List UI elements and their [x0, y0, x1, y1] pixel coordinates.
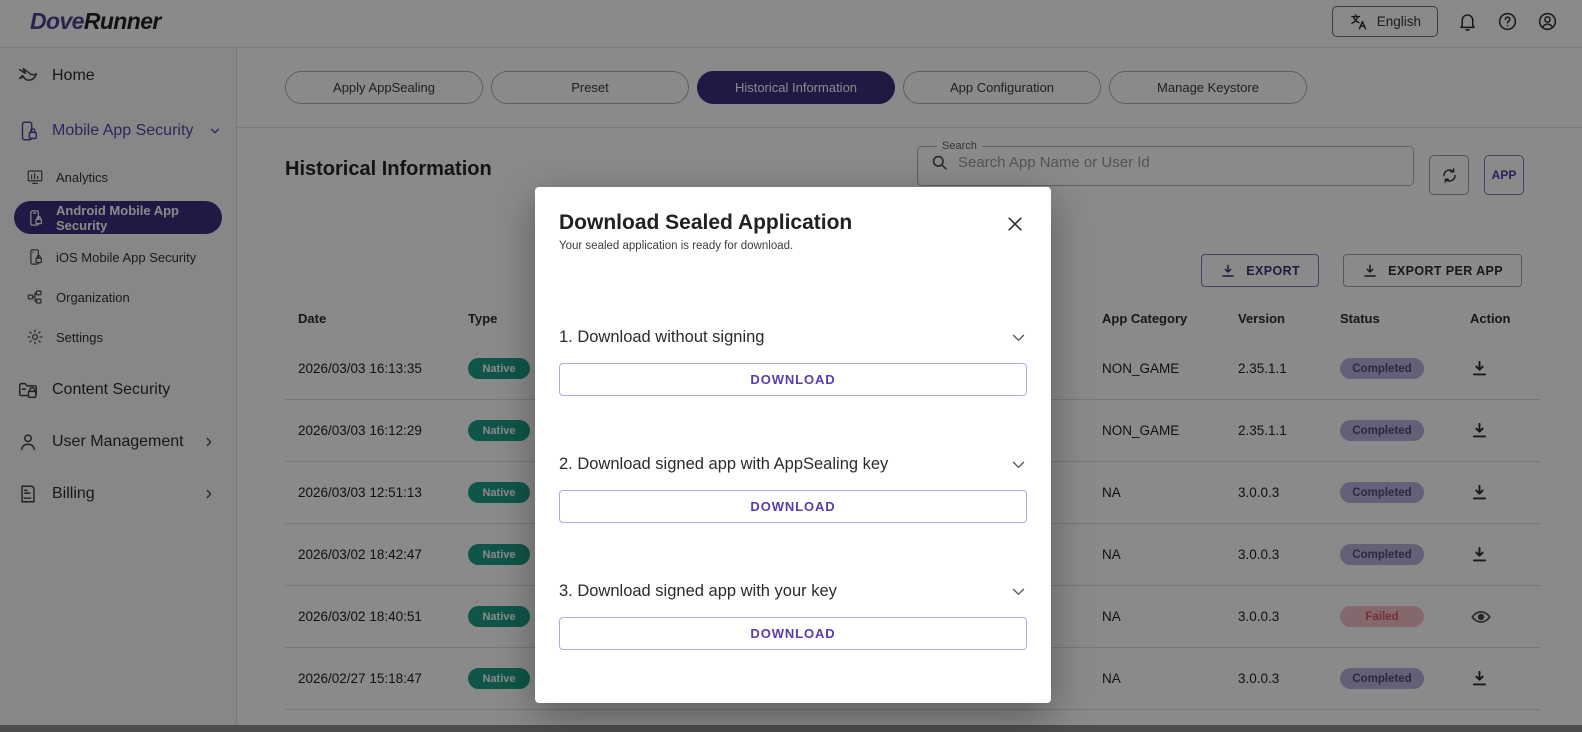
app-window: DoveRunner English Home Mobile App Secur…	[0, 0, 1582, 732]
chevron-down-icon	[1010, 583, 1027, 600]
section-label: 2. Download signed app with AppSealing k…	[559, 454, 889, 473]
download-button[interactable]: DOWNLOAD	[559, 363, 1027, 396]
section-label: 3. Download signed app with your key	[559, 581, 837, 600]
accordion-header[interactable]: 2. Download signed app with AppSealing k…	[559, 453, 1027, 475]
download-button[interactable]: DOWNLOAD	[559, 490, 1027, 523]
download-button[interactable]: DOWNLOAD	[559, 617, 1027, 650]
section-label: 1. Download without signing	[559, 327, 765, 346]
accordion-header[interactable]: 1. Download without signing	[559, 326, 1027, 348]
download-section-without-signing: 1. Download without signing DOWNLOAD	[559, 326, 1027, 396]
modal-title: Download Sealed Application	[559, 211, 853, 234]
download-sealed-application-modal: Download Sealed Application Your sealed …	[535, 187, 1051, 703]
download-section-your-key: 3. Download signed app with your key DOW…	[559, 580, 1027, 650]
modal-subtitle: Your sealed application is ready for dow…	[559, 240, 794, 252]
download-section-appsealing-key: 2. Download signed app with AppSealing k…	[559, 453, 1027, 523]
accordion-header[interactable]: 3. Download signed app with your key	[559, 580, 1027, 602]
close-icon[interactable]	[1005, 214, 1025, 234]
chevron-down-icon	[1010, 456, 1027, 473]
chevron-down-icon	[1010, 329, 1027, 346]
